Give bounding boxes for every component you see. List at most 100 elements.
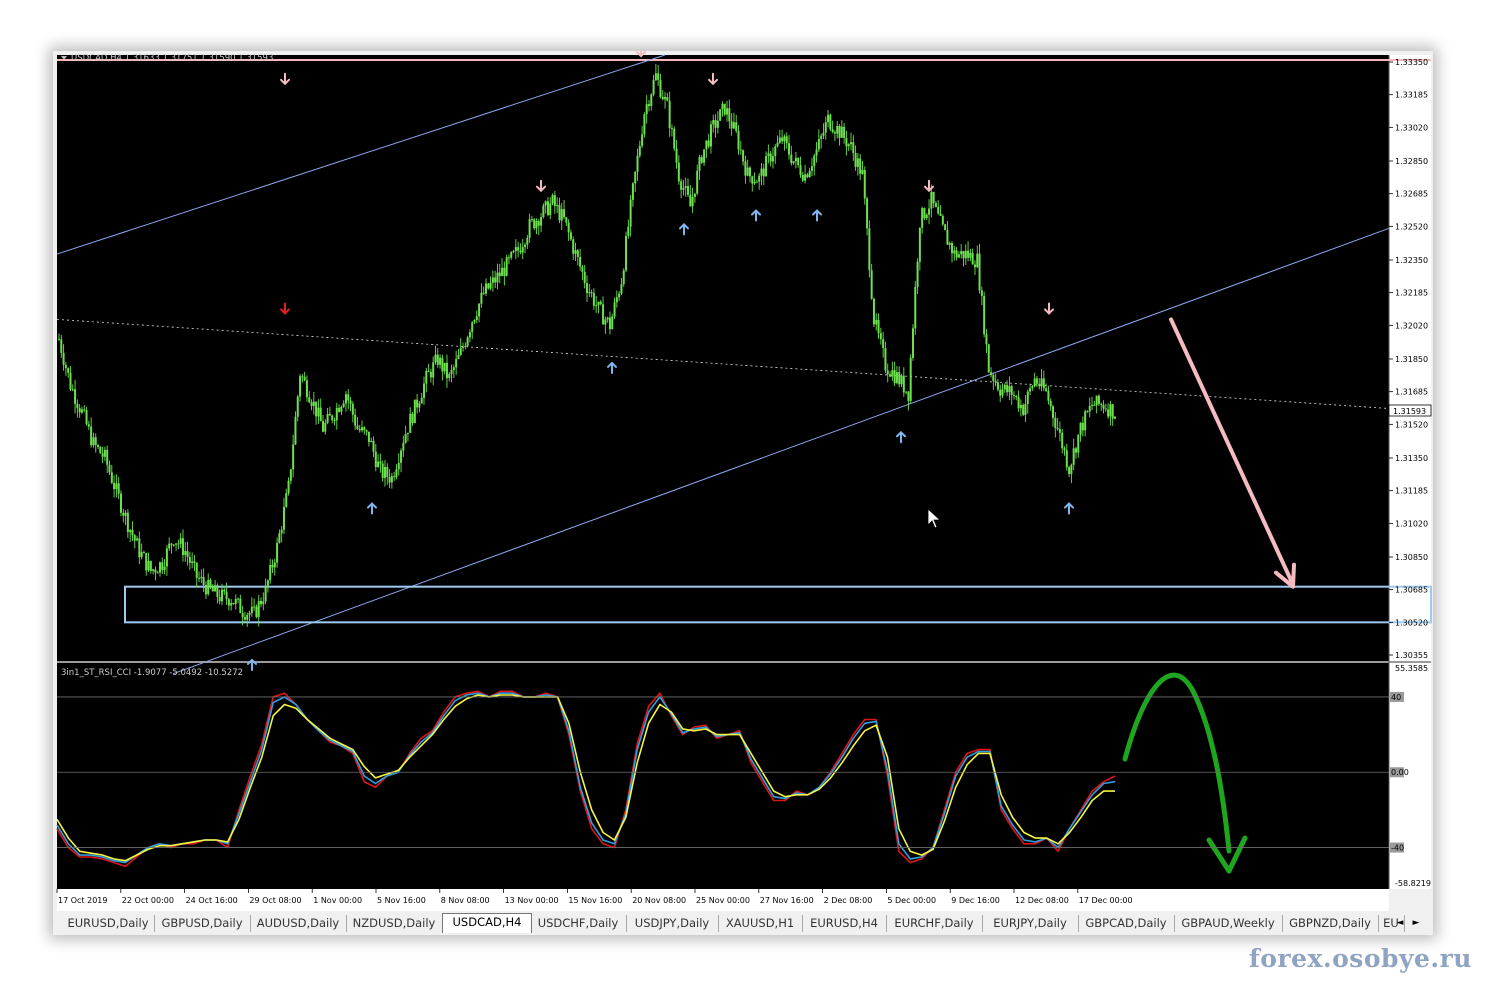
candle-body (1001, 389, 1004, 396)
candle-body (276, 542, 279, 563)
price-tick-label: 1.31185 (1395, 487, 1428, 496)
tab-nzdusd-daily[interactable]: NZDUSD,Daily (346, 915, 443, 932)
candle-body (960, 251, 963, 255)
candle-body (179, 538, 182, 544)
candle-body (381, 463, 384, 478)
candle-body (951, 243, 954, 254)
time-tick-label: 22 Oct 00:00 (122, 896, 174, 905)
candle-body (677, 162, 680, 182)
candle-body (99, 446, 102, 454)
tab-eurchf-daily[interactable]: EURCHF,Daily (886, 915, 983, 932)
candle-body (188, 556, 191, 563)
candle-body (728, 108, 731, 122)
candle-body (340, 406, 343, 412)
candle-body (618, 293, 621, 298)
candle-body (372, 440, 375, 452)
candle-body (126, 512, 129, 533)
candle-body (537, 221, 540, 226)
candle-body (271, 565, 274, 568)
candle-body (163, 566, 166, 570)
tab-gbpcad-daily[interactable]: GBPCAD,Daily (1078, 915, 1175, 932)
tab-scroll-right-icon[interactable]: ► (1410, 915, 1422, 931)
candle-body (356, 425, 359, 429)
candle-body (581, 266, 584, 272)
candle-body (480, 292, 483, 304)
candle-body (420, 397, 423, 404)
candle-body (354, 414, 357, 426)
candle-body (58, 339, 60, 341)
tab-gbpaud-weekly[interactable]: GBPAUD,Weekly (1174, 915, 1283, 932)
candle-body (872, 298, 875, 325)
candle-body (990, 372, 993, 376)
tab-usdcad-h4[interactable]: USDCAD,H4 (442, 913, 532, 933)
candle-body (595, 305, 598, 307)
candle-body (471, 322, 474, 333)
tab-usdjpy-daily[interactable]: USDJPY,Daily (626, 915, 719, 932)
candle-body (432, 362, 435, 378)
candle-body (732, 122, 735, 129)
candle-body (703, 149, 706, 163)
candle-body (1100, 403, 1103, 405)
candle-body (241, 613, 244, 618)
candle-body (666, 96, 669, 101)
candle-body (820, 135, 823, 139)
candle-body (643, 114, 646, 135)
candle-body (333, 420, 336, 422)
tab-gbpusd-daily[interactable]: GBPUSD,Daily (154, 915, 251, 932)
candle-body (707, 140, 710, 147)
time-tick-label: 13 Nov 00:00 (505, 896, 559, 905)
candle-body (827, 114, 830, 123)
candle-body (154, 569, 157, 573)
candle-body (383, 466, 386, 478)
tab-eurusd-daily[interactable]: EURUSD,Daily (62, 915, 155, 932)
candle-body (586, 283, 588, 293)
chart-area[interactable]: 1.33350 1.33185 1.33020 1.32850 1.32685 1.325… (53, 51, 1433, 935)
candle-body (402, 442, 405, 451)
candle-body (1091, 404, 1094, 406)
candle-body (893, 370, 896, 383)
candle-body (331, 415, 334, 421)
candle-body (1026, 391, 1029, 404)
candle-body (742, 150, 745, 162)
candle-body (556, 205, 559, 207)
tab-eurjpy-daily[interactable]: EURJPY,Daily (982, 915, 1079, 932)
candle-body (792, 161, 795, 164)
candle-body (1102, 404, 1105, 409)
candle-body (996, 382, 999, 390)
candle-body (840, 126, 843, 138)
watermark: forex.osobye.ru (1248, 944, 1472, 973)
tab-usdchf-daily[interactable]: USDCHF,Daily (530, 915, 627, 932)
candle-body (540, 217, 543, 226)
tab-eurusd-h4[interactable]: EURUSD,H4 (802, 915, 887, 932)
price-tick-label: 1.31850 (1395, 355, 1428, 364)
tab-audusd-daily[interactable]: AUDUSD,Daily (250, 915, 347, 932)
candle-body (1074, 448, 1077, 453)
candle-body (423, 383, 426, 398)
candle-body (400, 450, 403, 463)
candle-body (209, 579, 212, 588)
candle-body (831, 129, 834, 133)
candle-body (478, 303, 481, 317)
candle-body (553, 195, 556, 206)
candle-body (771, 156, 774, 162)
price-axis[interactable] (1389, 55, 1431, 889)
candle-body (1049, 400, 1052, 407)
candle-body (60, 339, 63, 353)
candle-body (186, 551, 189, 557)
candle-body (147, 560, 150, 571)
candle-body (462, 346, 465, 348)
indicator-tick-label: 40 (1391, 693, 1401, 702)
candle-body (971, 252, 974, 265)
candle-body (439, 357, 442, 365)
candle-body (1081, 422, 1084, 431)
tab-gbpnzd-daily[interactable]: GBPNZD,Daily (1282, 915, 1379, 932)
candle-body (436, 354, 439, 365)
candle-body (390, 476, 393, 483)
price-tick-label: 1.33185 (1395, 91, 1428, 100)
candle-body (266, 580, 269, 586)
candle-body (829, 114, 832, 130)
tab-xauusd-h1[interactable]: XAUUSD,H1 (718, 915, 803, 932)
tab-scroll-left-icon[interactable]: ◄ (1394, 915, 1406, 931)
candle-body (80, 409, 83, 413)
candle-body (962, 251, 965, 259)
